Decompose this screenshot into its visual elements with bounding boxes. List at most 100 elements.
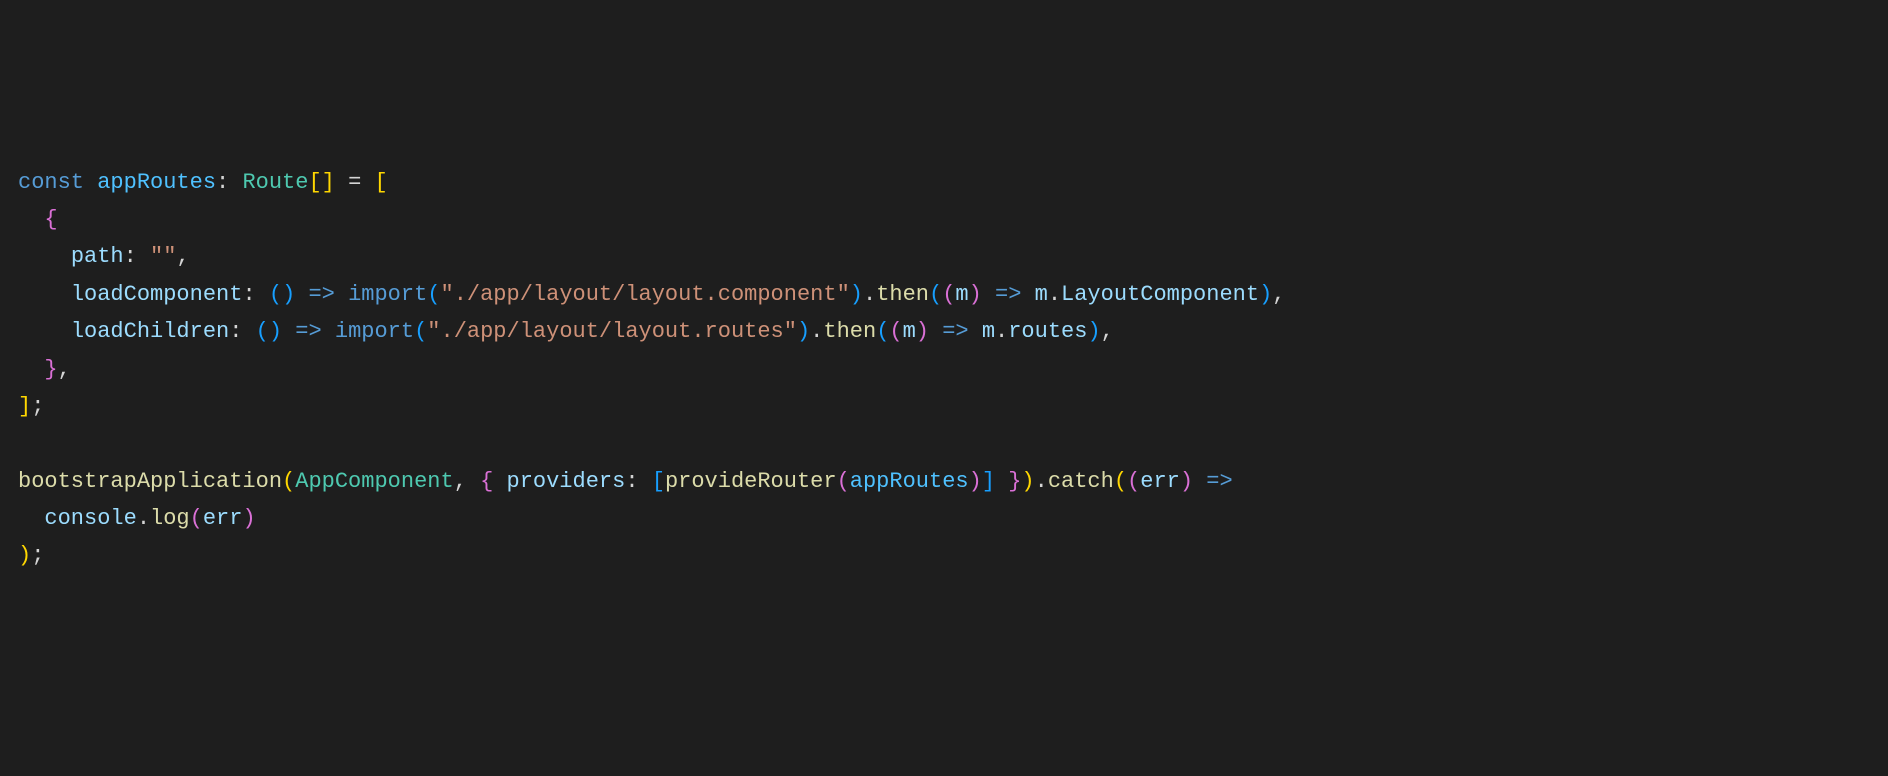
arrow: => xyxy=(1206,469,1232,494)
keyword-import: import xyxy=(348,282,427,307)
comma: , xyxy=(1272,282,1285,307)
open-paren: ( xyxy=(889,319,902,344)
close-paren: ) xyxy=(269,319,282,344)
open-paren: ( xyxy=(929,282,942,307)
method-log: log xyxy=(150,506,190,531)
code-line-9: bootstrapApplication(AppComponent, { pro… xyxy=(18,463,1870,500)
comma: , xyxy=(454,469,467,494)
type-Route: Route xyxy=(242,170,308,195)
open-paren: ( xyxy=(414,319,427,344)
close-brace: } xyxy=(44,357,57,382)
close-paren: ) xyxy=(1259,282,1272,307)
close-paren: ) xyxy=(969,282,982,307)
code-line-1: const appRoutes: Route[] = [ xyxy=(18,164,1870,201)
variable-appRoutes: appRoutes xyxy=(97,170,216,195)
string-path: "./app/layout/layout.component" xyxy=(441,282,850,307)
param-m: m xyxy=(903,319,916,344)
code-line-4: loadComponent: () => import("./app/layou… xyxy=(18,276,1870,313)
close-paren: ) xyxy=(242,506,255,531)
open-paren: ( xyxy=(256,319,269,344)
semicolon: ; xyxy=(31,394,44,419)
code-line-2: { xyxy=(18,201,1870,238)
colon: : xyxy=(625,469,638,494)
close-paren: ) xyxy=(850,282,863,307)
open-paren: ( xyxy=(190,506,203,531)
type-AppComponent: AppComponent xyxy=(295,469,453,494)
arrow: => xyxy=(308,282,334,307)
arrow: => xyxy=(995,282,1021,307)
prop-path: path xyxy=(71,244,124,269)
dot: . xyxy=(863,282,876,307)
keyword-const: const xyxy=(18,170,84,195)
comma: , xyxy=(1101,319,1114,344)
close-paren: ) xyxy=(797,319,810,344)
code-line-10: console.log(err) xyxy=(18,500,1870,537)
dot: . xyxy=(1048,282,1061,307)
code-editor[interactable]: const appRoutes: Route[] = [ { path: "",… xyxy=(18,164,1870,575)
comma: , xyxy=(58,357,71,382)
code-line-3: path: "", xyxy=(18,238,1870,275)
colon: : xyxy=(124,244,137,269)
variable-appRoutes: appRoutes xyxy=(850,469,969,494)
dot: . xyxy=(810,319,823,344)
colon: : xyxy=(242,282,255,307)
code-line-7: ]; xyxy=(18,388,1870,425)
close-bracket: ] xyxy=(18,394,31,419)
close-brace: } xyxy=(1008,469,1021,494)
code-line-11: ); xyxy=(18,537,1870,574)
dot: . xyxy=(995,319,1008,344)
dot: . xyxy=(137,506,150,531)
obj-m: m xyxy=(1035,282,1048,307)
colon: : xyxy=(229,319,242,344)
prop-LayoutComponent: LayoutComponent xyxy=(1061,282,1259,307)
open-paren: ( xyxy=(282,469,295,494)
param-err: err xyxy=(1140,469,1180,494)
close-paren: ) xyxy=(1180,469,1193,494)
open-brace: { xyxy=(480,469,493,494)
close-bracket: ] xyxy=(982,469,995,494)
array-brackets: [] xyxy=(308,170,334,195)
open-paren: ( xyxy=(1127,469,1140,494)
param-m: m xyxy=(955,282,968,307)
code-line-6: }, xyxy=(18,351,1870,388)
obj-console: console xyxy=(44,506,136,531)
open-paren: ( xyxy=(269,282,282,307)
method-catch: catch xyxy=(1048,469,1114,494)
prop-loadChildren: loadChildren xyxy=(71,319,229,344)
comma: , xyxy=(176,244,189,269)
open-paren: ( xyxy=(427,282,440,307)
open-paren: ( xyxy=(1114,469,1127,494)
close-paren: ) xyxy=(1021,469,1034,494)
close-paren: ) xyxy=(282,282,295,307)
close-paren: ) xyxy=(916,319,929,344)
arrow: => xyxy=(295,319,321,344)
open-bracket: [ xyxy=(652,469,665,494)
string-empty: "" xyxy=(150,244,176,269)
open-brace: { xyxy=(44,207,57,232)
close-paren: ) xyxy=(969,469,982,494)
method-then: then xyxy=(876,282,929,307)
semicolon: ; xyxy=(31,543,44,568)
dot: . xyxy=(1035,469,1048,494)
prop-routes: routes xyxy=(1008,319,1087,344)
code-line-5: loadChildren: () => import("./app/layout… xyxy=(18,313,1870,350)
method-then: then xyxy=(823,319,876,344)
keyword-import: import xyxy=(335,319,414,344)
arg-err: err xyxy=(203,506,243,531)
open-paren: ( xyxy=(837,469,850,494)
obj-m: m xyxy=(982,319,995,344)
open-bracket: [ xyxy=(374,170,387,195)
code-line-8 xyxy=(18,425,1870,462)
close-paren: ) xyxy=(1087,319,1100,344)
equals: = xyxy=(348,170,361,195)
func-bootstrapApplication: bootstrapApplication xyxy=(18,469,282,494)
prop-providers: providers xyxy=(507,469,626,494)
string-path: "./app/layout/layout.routes" xyxy=(427,319,797,344)
open-paren: ( xyxy=(876,319,889,344)
func-provideRouter: provideRouter xyxy=(665,469,837,494)
arrow: => xyxy=(942,319,968,344)
prop-loadComponent: loadComponent xyxy=(71,282,243,307)
open-paren: ( xyxy=(942,282,955,307)
colon: : xyxy=(216,170,229,195)
close-paren: ) xyxy=(18,543,31,568)
